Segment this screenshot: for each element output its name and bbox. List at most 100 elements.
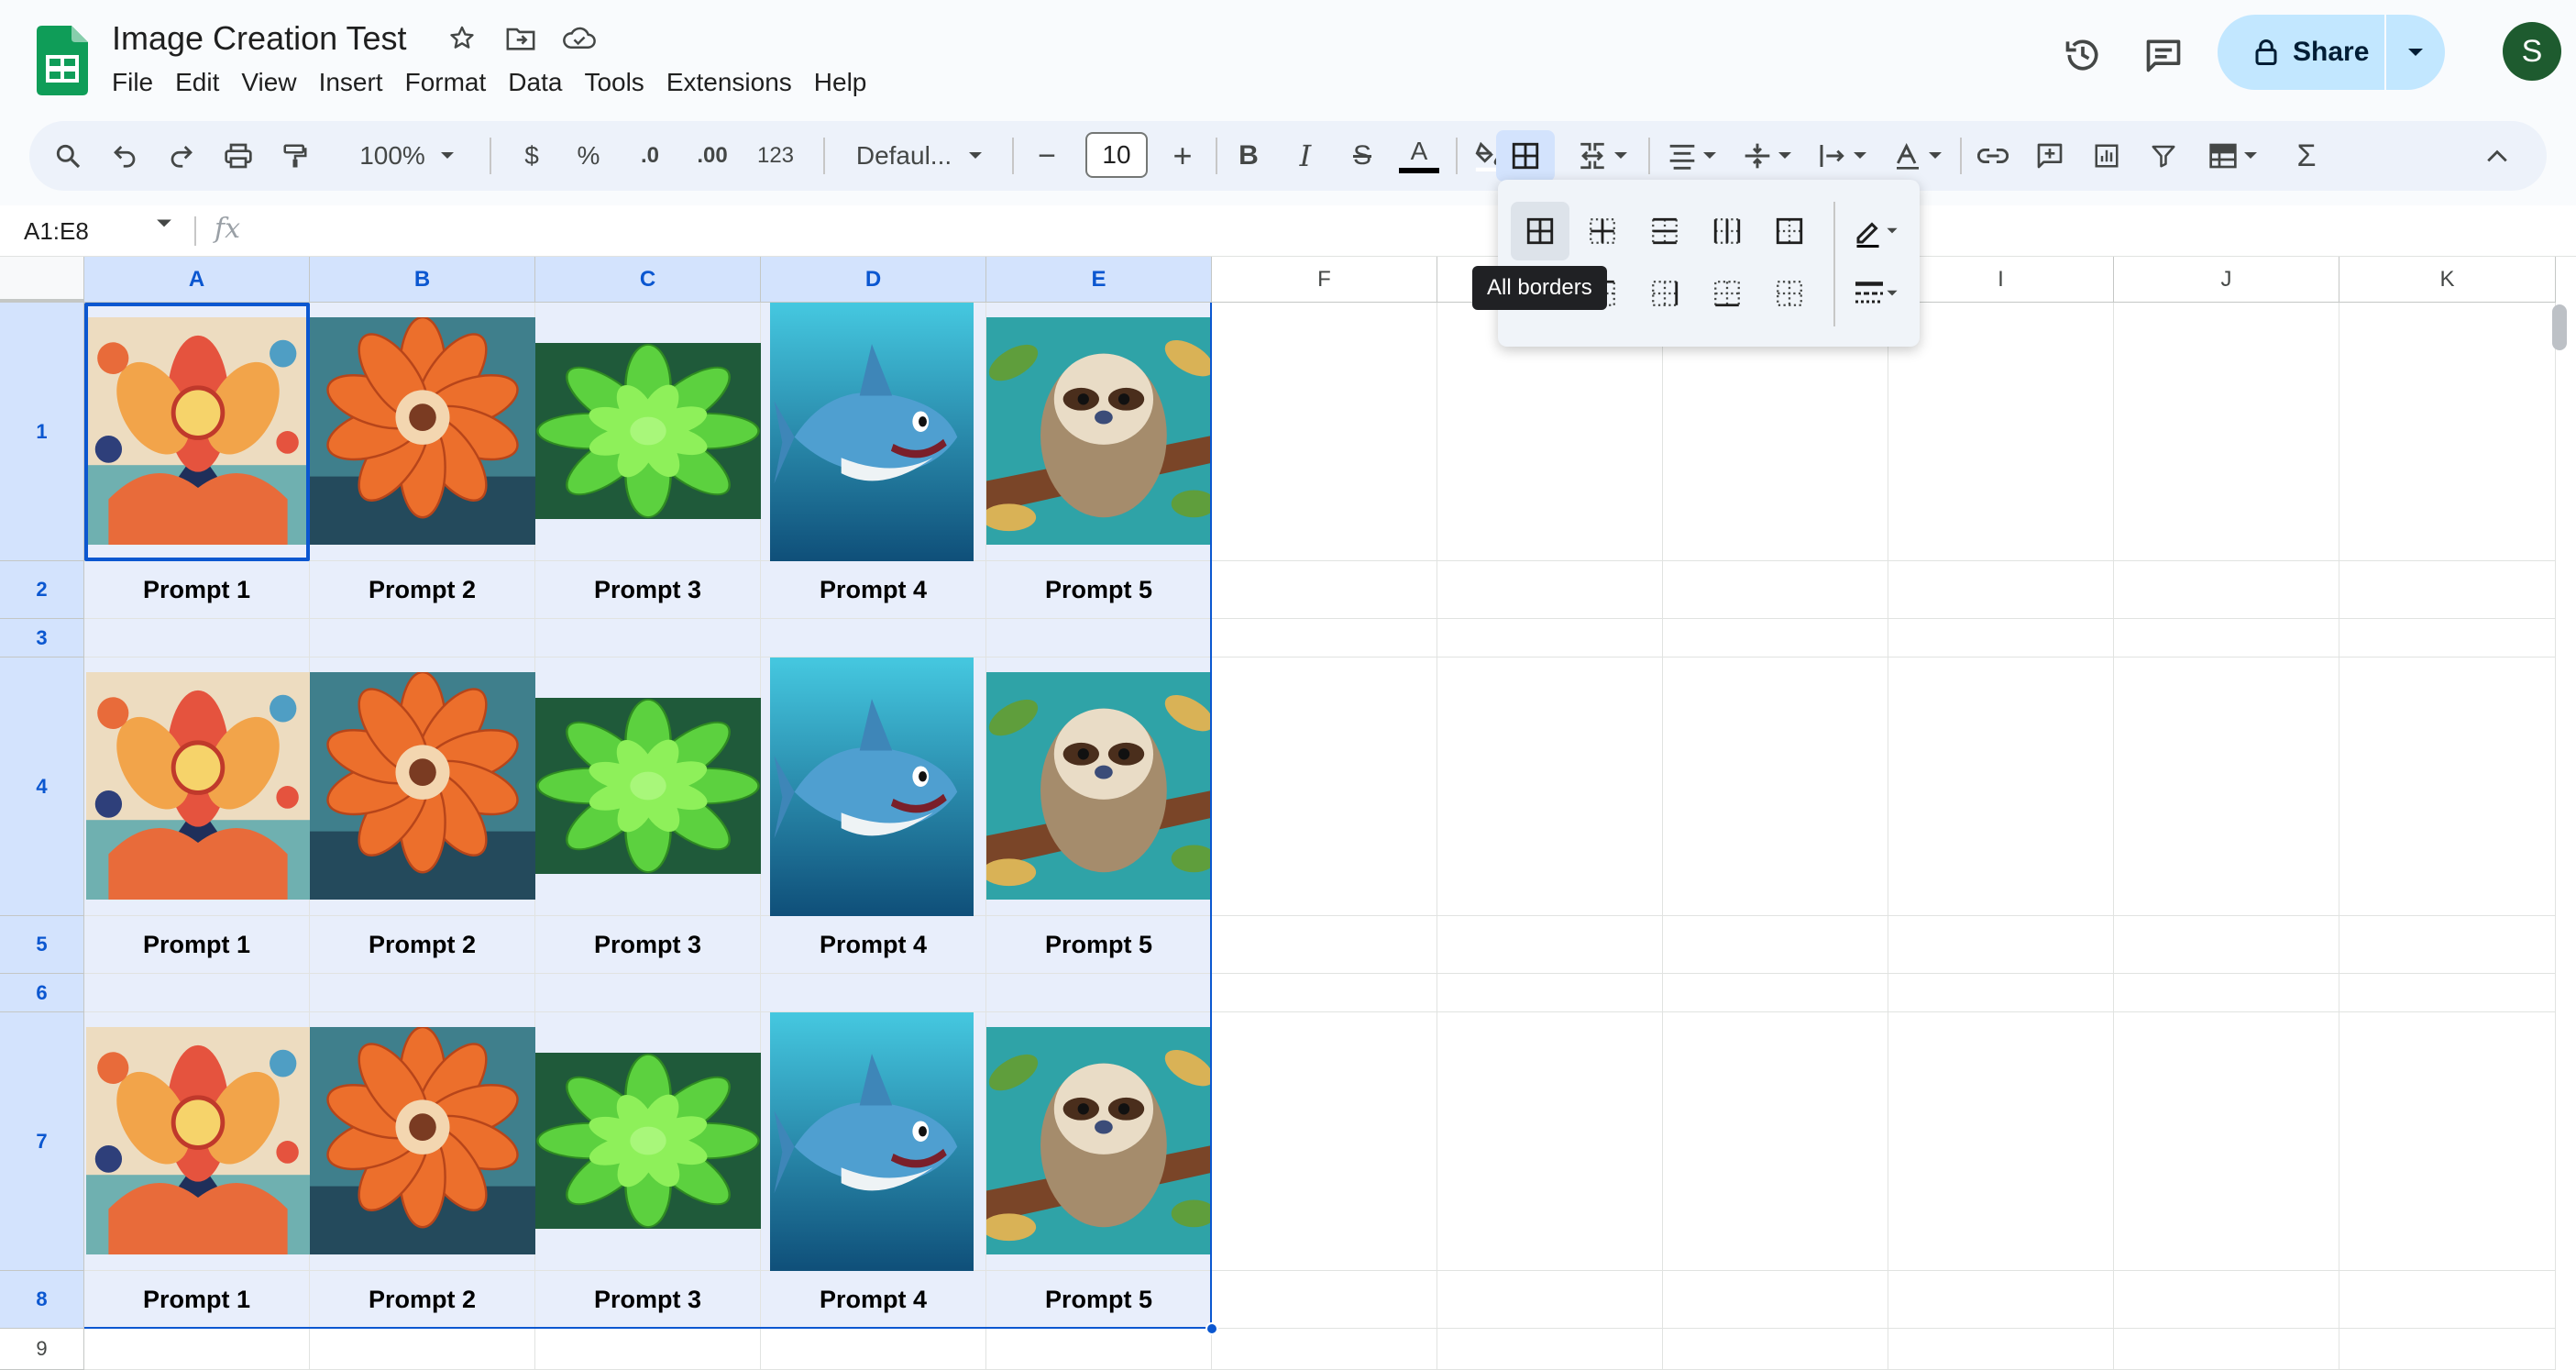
grid-cell[interactable] <box>1437 1271 1663 1329</box>
cartoon-shark-image[interactable] <box>770 303 974 561</box>
grid-cell[interactable] <box>1663 561 1888 619</box>
prompt-label-cell[interactable]: Prompt 5 <box>986 1271 1212 1329</box>
green-succulent-image[interactable] <box>535 1053 761 1229</box>
move-to-folder-icon[interactable] <box>501 20 541 57</box>
grid-cell[interactable] <box>1888 619 2114 657</box>
row-header-5[interactable]: 5 <box>0 916 84 974</box>
grid-cell[interactable] <box>1888 303 2114 561</box>
column-header-c[interactable]: C <box>535 257 761 303</box>
grid-cell[interactable] <box>1888 1329 2114 1370</box>
grid-cell[interactable] <box>1663 1271 1888 1329</box>
grid-cell[interactable] <box>2114 1271 2339 1329</box>
row-header-4[interactable]: 4 <box>0 657 84 916</box>
prompt-label-cell[interactable]: Prompt 3 <box>535 916 761 974</box>
green-succulent-image[interactable] <box>535 343 761 519</box>
menu-format[interactable]: Format <box>394 64 498 101</box>
grid-cell[interactable] <box>2339 1329 2556 1370</box>
grid-cell[interactable] <box>2114 657 2339 916</box>
menu-extensions[interactable]: Extensions <box>655 64 803 101</box>
horizontal-borders-button[interactable] <box>1635 202 1694 260</box>
grid-cell[interactable] <box>1888 657 2114 916</box>
cloud-saved-icon[interactable] <box>559 20 600 57</box>
grid-cell[interactable] <box>1888 974 2114 1012</box>
prompt-label-cell[interactable]: Prompt 1 <box>84 1271 310 1329</box>
grid-cell[interactable] <box>761 1329 986 1370</box>
border-style-button[interactable] <box>1841 264 1910 323</box>
grid-cell[interactable] <box>1663 974 1888 1012</box>
borders-icon[interactable] <box>1496 130 1555 182</box>
grid-cell[interactable] <box>1212 303 1437 561</box>
grid-cell[interactable] <box>1212 1012 1437 1271</box>
grid-cell[interactable] <box>1437 561 1663 619</box>
grid-cell[interactable] <box>2339 619 2556 657</box>
grid-cell[interactable] <box>1437 1012 1663 1271</box>
grid-cell[interactable] <box>1437 916 1663 974</box>
grid-cell[interactable] <box>535 619 761 657</box>
grid-cell[interactable] <box>310 974 535 1012</box>
grid-cell[interactable] <box>1663 916 1888 974</box>
insert-link-icon[interactable] <box>1971 130 2015 182</box>
grid-cell[interactable] <box>2114 974 2339 1012</box>
sloth-image[interactable] <box>986 672 1212 900</box>
functions-button[interactable]: Σ <box>2284 130 2328 182</box>
account-avatar[interactable]: S <box>2503 22 2561 81</box>
menu-tools[interactable]: Tools <box>573 64 655 101</box>
cartoon-shark-image[interactable] <box>770 657 974 916</box>
grid-cell[interactable] <box>84 619 310 657</box>
name-box[interactable]: A1:E8 <box>24 213 89 249</box>
folk-flower-image[interactable] <box>86 1027 310 1254</box>
version-history-icon[interactable] <box>2057 29 2108 81</box>
grid-cell[interactable] <box>2114 561 2339 619</box>
orange-flower-image[interactable] <box>310 672 535 900</box>
text-rotation-icon[interactable] <box>1885 130 1951 182</box>
menu-edit[interactable]: Edit <box>164 64 230 101</box>
vertical-scrollbar[interactable] <box>2552 304 2567 350</box>
grid-cell[interactable] <box>1212 561 1437 619</box>
bold-button[interactable]: B <box>1227 130 1271 182</box>
fill-handle[interactable] <box>1205 1322 1218 1335</box>
grid-cell[interactable] <box>1663 619 1888 657</box>
grid-cell[interactable] <box>2339 916 2556 974</box>
row-header-9[interactable]: 9 <box>0 1329 84 1370</box>
orange-flower-image[interactable] <box>310 1027 535 1254</box>
grid-cell[interactable] <box>310 1329 535 1370</box>
orange-flower-image[interactable] <box>310 317 535 545</box>
grid-cell[interactable] <box>2339 1012 2556 1271</box>
search-menus-icon[interactable] <box>46 130 90 182</box>
row-header-7[interactable]: 7 <box>0 1012 84 1271</box>
grid-cell[interactable] <box>1212 916 1437 974</box>
grid-cell[interactable] <box>2114 916 2339 974</box>
font-size-input[interactable]: 10 <box>1085 132 1148 178</box>
prompt-label-cell[interactable]: Prompt 1 <box>84 916 310 974</box>
horizontal-align-icon[interactable] <box>1659 130 1725 182</box>
prompt-label-cell[interactable]: Prompt 2 <box>310 561 535 619</box>
grid-cell[interactable] <box>1212 657 1437 916</box>
menu-insert[interactable]: Insert <box>308 64 394 101</box>
row-header-8[interactable]: 8 <box>0 1271 84 1329</box>
right-border-button[interactable] <box>1635 264 1694 323</box>
grid-cell[interactable] <box>1888 1271 2114 1329</box>
vertical-borders-button[interactable] <box>1698 202 1756 260</box>
grid-cell[interactable] <box>1888 561 2114 619</box>
grid-cell[interactable] <box>84 1329 310 1370</box>
grid-cell[interactable] <box>1888 1012 2114 1271</box>
comments-icon[interactable] <box>2138 29 2189 81</box>
more-formats-button[interactable]: 123 <box>746 130 805 182</box>
grid-cell[interactable] <box>2339 1271 2556 1329</box>
grid-cell[interactable] <box>1212 974 1437 1012</box>
prompt-label-cell[interactable]: Prompt 2 <box>310 1271 535 1329</box>
outer-borders-button[interactable] <box>1760 202 1819 260</box>
prompt-label-cell[interactable]: Prompt 4 <box>761 561 986 619</box>
insert-chart-icon[interactable] <box>2085 130 2129 182</box>
document-title[interactable]: Image Creation Test <box>112 18 407 59</box>
format-currency-button[interactable]: $ <box>510 130 554 182</box>
grid-cell[interactable] <box>2339 657 2556 916</box>
strikethrough-button[interactable]: S <box>1340 130 1384 182</box>
green-succulent-image[interactable] <box>535 698 761 874</box>
insert-comment-icon[interactable] <box>2028 130 2072 182</box>
grid-cell[interactable] <box>535 974 761 1012</box>
menu-view[interactable]: View <box>230 64 307 101</box>
menu-file[interactable]: File <box>101 64 164 101</box>
grid-cell[interactable] <box>1212 1329 1437 1370</box>
prompt-label-cell[interactable]: Prompt 4 <box>761 1271 986 1329</box>
